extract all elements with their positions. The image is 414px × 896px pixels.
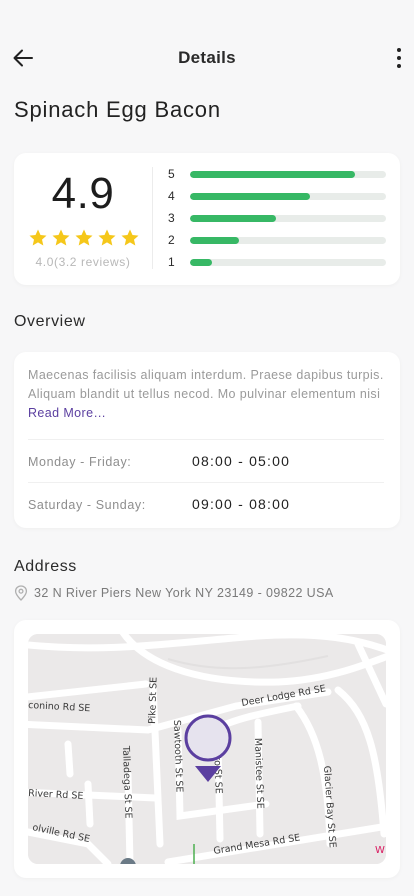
read-more-link[interactable]: Read More…	[28, 406, 106, 420]
dot-icon	[397, 48, 401, 52]
rating-breakdown: 5 4 3 2 1	[168, 167, 386, 277]
rating-card: 4.9 4.0(3.2 reviews) 5 4 3 2 1	[14, 153, 400, 285]
location-pin-icon	[14, 585, 28, 601]
hours-row-weekdays: Monday - Friday: 08:00 - 05:00	[28, 453, 384, 473]
rating-bar-track	[190, 237, 386, 244]
map-label: Pike St SE	[147, 677, 160, 724]
star-icon	[52, 229, 70, 246]
address-heading: Address	[14, 558, 77, 575]
star-icon	[98, 229, 116, 246]
rating-bar-track	[190, 193, 386, 200]
rating-bar-label: 3	[168, 211, 175, 225]
divider	[28, 482, 384, 483]
dot-icon	[397, 56, 401, 60]
address-text: 32 N River Piers New York NY 23149 - 098…	[34, 586, 334, 600]
rating-bar-row: 3	[168, 211, 386, 233]
divider	[152, 167, 153, 269]
reviews-note: 4.0(3.2 reviews)	[35, 255, 131, 269]
rating-bar-row: 4	[168, 189, 386, 211]
overview-card: Maecenas facilisis aliquam interdum. Pra…	[14, 352, 400, 528]
rating-bar-row: 1	[168, 255, 386, 277]
overview-description: Maecenas facilisis aliquam interdum. Pra…	[28, 366, 384, 423]
rating-bar-row: 5	[168, 167, 386, 189]
rating-bar-label: 2	[168, 233, 175, 247]
svg-text:W: W	[375, 845, 385, 856]
page-header-title: Details	[178, 48, 236, 67]
overview-heading: Overview	[14, 313, 86, 330]
rating-bar-track	[190, 171, 386, 178]
star-rating	[28, 228, 140, 250]
hours-days: Saturday - Sunday:	[28, 498, 146, 512]
rating-bar-fill	[190, 215, 277, 222]
rating-score: 4.9	[51, 169, 115, 218]
rating-bar-fill	[190, 259, 212, 266]
hours-time: 08:00 - 05:00	[192, 453, 291, 469]
rating-bar-label: 5	[168, 167, 175, 181]
star-icon	[121, 229, 139, 246]
hours-time: 09:00 - 08:00	[192, 496, 291, 512]
address-row: 32 N River Piers New York NY 23149 - 098…	[14, 584, 334, 602]
rating-bar-track	[190, 259, 386, 266]
rating-bar-fill	[190, 171, 355, 178]
hours-days: Monday - Friday:	[28, 455, 132, 469]
dot-icon	[397, 64, 401, 68]
star-icon	[29, 229, 47, 246]
divider	[28, 439, 384, 440]
hours-row-weekend: Saturday - Sunday: 09:00 - 08:00	[28, 496, 384, 516]
description-text: Maecenas facilisis aliquam interdum. Pra…	[28, 368, 384, 401]
map-view[interactable]: Deer Lodge Rd SE conino Rd SE Pike St SE…	[28, 634, 386, 864]
rating-bar-fill	[190, 237, 239, 244]
rating-bar-track	[190, 215, 386, 222]
rating-bar-fill	[190, 193, 310, 200]
star-icon	[75, 229, 93, 246]
rating-bar-label: 1	[168, 255, 175, 269]
rating-bar-row: 2	[168, 233, 386, 255]
more-options-button[interactable]	[394, 44, 404, 72]
item-title: Spinach Egg Bacon	[14, 97, 221, 122]
rating-bar-label: 4	[168, 189, 175, 203]
map-card: Deer Lodge Rd SE conino Rd SE Pike St SE…	[14, 620, 400, 878]
